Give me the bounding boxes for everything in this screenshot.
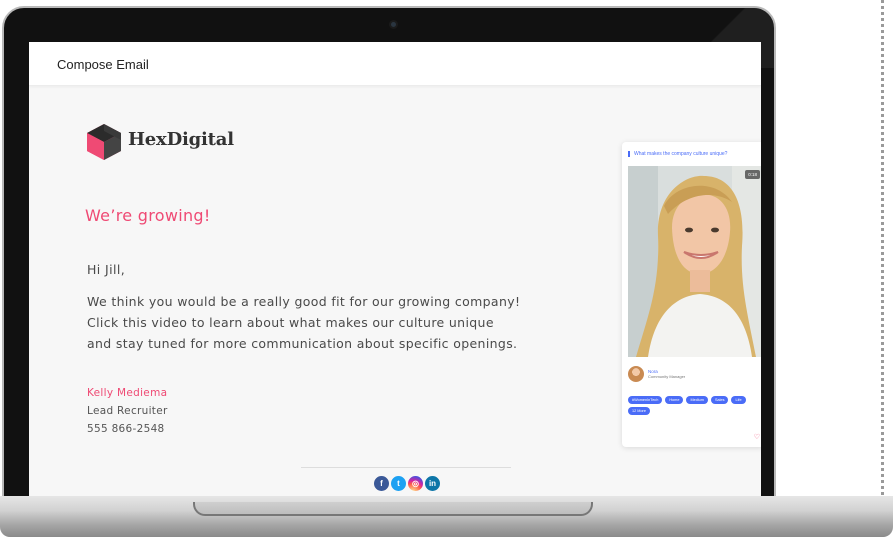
laptop-screen: Compose Email HexDigital We’re growing! …: [29, 42, 761, 503]
compose-title: Compose Email: [57, 57, 149, 72]
tag-chip[interactable]: Sales: [710, 396, 729, 404]
video-question: What makes the company culture unique?: [628, 151, 727, 157]
brand-name: HexDigital: [128, 129, 234, 150]
email-greeting: Hi Jill,: [87, 262, 126, 277]
signature-phone: 555 866-2548: [87, 423, 165, 435]
presenter-row: Nora Community Manager: [628, 366, 685, 382]
tag-chip[interactable]: #WomenInTech: [628, 396, 663, 404]
social-links: f t ◎ in: [374, 476, 440, 491]
email-body-line: We think you would be a really good fit …: [87, 294, 521, 309]
presenter-role: Community Manager: [648, 374, 686, 379]
tag-chip[interactable]: Home: [665, 396, 684, 404]
presenter-portrait: [628, 166, 761, 357]
tag-list: #WomenInTech Home Medium Sales Life 12 M…: [628, 396, 756, 415]
video-card[interactable]: What makes the company culture unique? 0…: [622, 142, 761, 447]
presenter-info: Nora Community Manager: [648, 369, 685, 379]
tag-chip[interactable]: Life: [731, 396, 746, 404]
laptop-notch: [193, 502, 593, 516]
stage: Compose Email HexDigital We’re growing! …: [0, 0, 893, 537]
laptop-lid: Compose Email HexDigital We’re growing! …: [2, 6, 776, 506]
footer-divider: [301, 467, 511, 468]
email-body: We think you would be a really good fit …: [87, 291, 587, 354]
video-duration: 0:18: [745, 170, 760, 179]
tag-chip[interactable]: Medium: [686, 396, 708, 404]
signature-role: Lead Recruiter: [87, 405, 168, 417]
avatar: [628, 366, 644, 382]
facebook-icon[interactable]: f: [374, 476, 389, 491]
signature-name: Kelly Mediema: [87, 387, 168, 399]
tag-chip[interactable]: 12 More: [628, 407, 650, 415]
linkedin-icon[interactable]: in: [425, 476, 440, 491]
instagram-icon[interactable]: ◎: [408, 476, 423, 491]
compose-header: Compose Email: [29, 42, 761, 86]
video-thumbnail[interactable]: 0:18: [628, 166, 761, 357]
heart-icon[interactable]: ♡: [754, 433, 760, 441]
hexdigital-logo-icon: [87, 124, 121, 160]
dotted-guide: [881, 0, 884, 537]
webcam-icon: [389, 20, 398, 29]
email-body-line: and stay tuned for more communication ab…: [87, 336, 518, 351]
twitter-icon[interactable]: t: [391, 476, 406, 491]
email-body-line: Click this video to learn about what mak…: [87, 315, 494, 330]
email-headline: We’re growing!: [85, 206, 211, 225]
